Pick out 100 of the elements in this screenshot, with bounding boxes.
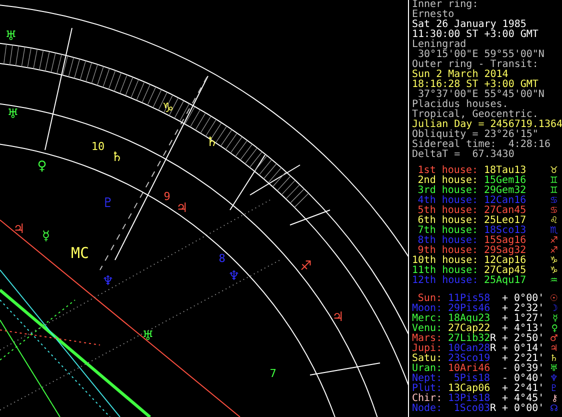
house-position: 29Sag32: [484, 246, 528, 256]
planet-name: Uran:: [412, 364, 442, 374]
planet-offset: + 2°50': [502, 334, 544, 344]
planet-symbol: ♅: [550, 364, 558, 374]
house-position: 25Aqu17: [484, 276, 528, 286]
info-text: Ernesto: [412, 10, 454, 20]
planet-position: 11Pis58: [448, 294, 490, 304]
planet-name: Merc:: [412, 314, 442, 324]
info-text: Sat 26 January 1985: [412, 20, 526, 30]
planet-symbol: ♀: [37, 159, 47, 174]
planet-symbol: ♅: [7, 107, 19, 122]
planet-symbol: ♆: [228, 269, 240, 284]
planet-symbol: ☿: [552, 314, 558, 324]
planet-name: Chir:: [412, 394, 442, 404]
house-position: 15Gem16: [484, 176, 528, 186]
planet-symbol: ☉: [550, 294, 558, 304]
planet-offset: + 0°00': [502, 294, 544, 304]
house-number: 10: [91, 140, 105, 153]
planet-position: 13Cap06: [448, 384, 490, 394]
info-text: 30°15'00"E 59°55'00"N: [418, 50, 546, 60]
info-text: Leningrad: [412, 40, 466, 50]
house-position: 12Can16: [484, 196, 528, 206]
planet-symbol: ♄: [111, 150, 123, 165]
zodiac-sign-symbol: ♐: [550, 236, 558, 246]
retrograde-mark: R: [490, 344, 496, 354]
retrograde-mark: R: [490, 334, 496, 344]
planet-symbol: ♇: [102, 196, 114, 211]
zodiac-sign-symbol: ♋: [550, 206, 558, 216]
house-label: 3rd house:: [416, 186, 478, 196]
house-label: 1st house:: [416, 166, 478, 176]
house-label: 2nd house:: [416, 176, 478, 186]
planet-offset: + 1°27': [502, 314, 544, 324]
house-position: 18Sco13: [484, 226, 528, 236]
house-label: 11th house:: [412, 266, 478, 276]
planet-symbol: ♆: [102, 274, 114, 289]
planet-offset: + 0°00': [502, 404, 544, 414]
house-number: 8: [218, 252, 226, 265]
zodiac-sign-symbol: ♑: [550, 266, 558, 276]
planet-symbol: ♅: [142, 329, 154, 344]
house-label: 12th house:: [412, 276, 478, 286]
info-text: Sidereal time: 4:28:16: [412, 140, 552, 150]
planet-symbol: ☿: [42, 229, 50, 244]
planet-offset: + 2°41': [502, 384, 544, 394]
planet-symbol: ♃: [550, 344, 558, 354]
zodiac-sign-symbol: ♐: [550, 246, 558, 256]
planet-position: 10Ari46: [448, 364, 490, 374]
house-position: 27Can45: [484, 206, 528, 216]
planet-position: 27Lib32: [448, 334, 490, 344]
planet-symbol: ♅: [5, 29, 17, 44]
house-number: 9: [164, 190, 170, 203]
planet-symbol: ♃: [332, 310, 344, 325]
planet-name: Node:: [412, 404, 442, 414]
planet-offset: - 0°39': [502, 364, 544, 374]
planet-name: Nept:: [412, 374, 442, 384]
house-position: 12Cap16: [484, 256, 528, 266]
planet-offset: + 4°13': [502, 324, 544, 334]
info-text: 11:30:00 ST +3:00 GMT: [412, 30, 540, 40]
planet-position: 1Sco03: [452, 404, 490, 414]
planet-position: 13Pis18: [448, 394, 490, 404]
planet-symbol: ♆: [550, 374, 558, 384]
planet-position: 5Pis18: [454, 374, 490, 384]
info-text: DeltaT = 67.3430: [412, 150, 516, 160]
planet-offset: + 0°14': [502, 344, 544, 354]
house-label: 5th house:: [416, 206, 478, 216]
planet-name: Sun:: [418, 294, 442, 304]
info-text: Tropical, Geocentric.: [412, 110, 538, 120]
info-text: Placidus houses.: [412, 100, 508, 110]
planet-name: Moon:: [412, 304, 442, 314]
info-text: Julian Day = 2456719.1364: [412, 120, 562, 130]
planet-name: Plut:: [412, 384, 442, 394]
info-text: 18:16:28 ST +3:00 GMT: [412, 80, 538, 90]
planet-offset: + 4°45': [502, 394, 544, 404]
planet-name: Venu:: [412, 324, 442, 334]
zodiac-sign-symbol: ♊: [550, 186, 558, 196]
planet-position: 18Aqu23: [448, 314, 490, 324]
zodiac-sign-symbol: ♊: [550, 176, 558, 186]
planet-position: 29Pis46: [448, 304, 490, 314]
planet-name: Satu:: [412, 354, 442, 364]
planet-offset: + 2°21': [502, 354, 544, 364]
zodiac-sign-symbol: ♐: [300, 259, 312, 274]
house-label: 10th house:: [412, 256, 478, 266]
house-label: 6th house:: [416, 216, 478, 226]
planet-position: 27Cap22: [448, 324, 490, 334]
planet-name: Mars:: [412, 334, 442, 344]
house-label: 8th house:: [416, 236, 478, 246]
planet-symbol: ☊: [550, 404, 558, 414]
zodiac-sign-symbol: ♒: [550, 276, 558, 286]
planet-offset: + 2°32': [502, 304, 544, 314]
info-text: 37°37'00"E 55°45'00"N: [418, 90, 546, 100]
planet-symbol: ♂: [550, 334, 558, 344]
house-label: 4th house:: [416, 196, 478, 206]
zodiac-sign-symbol: ♑: [162, 101, 174, 116]
retrograde-mark: R: [490, 404, 496, 414]
planet-symbol: ♄: [550, 354, 558, 364]
planet-position: 23Sco19: [448, 354, 490, 364]
zodiac-sign-symbol: ♋: [550, 196, 558, 206]
house-position: 18Tau13: [484, 166, 528, 176]
planet-symbol: ♇: [550, 384, 558, 394]
planet-symbol: ⚷: [551, 394, 558, 404]
house-label: 9th house:: [418, 246, 478, 256]
